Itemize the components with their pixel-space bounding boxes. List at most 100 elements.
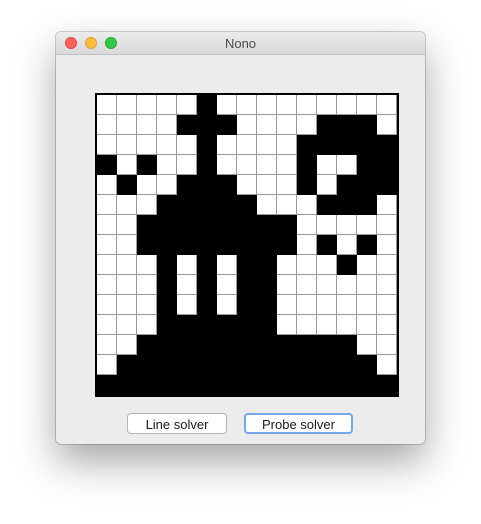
filled-cell[interactable] <box>277 335 297 355</box>
empty-cell[interactable] <box>277 315 297 335</box>
empty-cell[interactable] <box>257 195 277 215</box>
empty-cell[interactable] <box>377 355 397 375</box>
empty-cell[interactable] <box>337 295 357 315</box>
empty-cell[interactable] <box>97 275 117 295</box>
filled-cell[interactable] <box>197 255 217 275</box>
filled-cell[interactable] <box>317 235 337 255</box>
empty-cell[interactable] <box>97 355 117 375</box>
empty-cell[interactable] <box>217 135 237 155</box>
empty-cell[interactable] <box>137 295 157 315</box>
filled-cell[interactable] <box>137 155 157 175</box>
filled-cell[interactable] <box>297 335 317 355</box>
empty-cell[interactable] <box>97 135 117 155</box>
empty-cell[interactable] <box>337 95 357 115</box>
filled-cell[interactable] <box>257 255 277 275</box>
filled-cell[interactable] <box>197 135 217 155</box>
filled-cell[interactable] <box>297 375 317 395</box>
filled-cell[interactable] <box>217 355 237 375</box>
filled-cell[interactable] <box>337 255 357 275</box>
empty-cell[interactable] <box>357 295 377 315</box>
empty-cell[interactable] <box>377 215 397 235</box>
filled-cell[interactable] <box>217 175 237 195</box>
empty-cell[interactable] <box>237 115 257 135</box>
empty-cell[interactable] <box>237 95 257 115</box>
empty-cell[interactable] <box>117 275 137 295</box>
empty-cell[interactable] <box>357 95 377 115</box>
empty-cell[interactable] <box>97 215 117 235</box>
filled-cell[interactable] <box>257 275 277 295</box>
filled-cell[interactable] <box>177 215 197 235</box>
filled-cell[interactable] <box>317 375 337 395</box>
empty-cell[interactable] <box>217 155 237 175</box>
empty-cell[interactable] <box>377 335 397 355</box>
empty-cell[interactable] <box>377 115 397 135</box>
empty-cell[interactable] <box>277 155 297 175</box>
empty-cell[interactable] <box>137 195 157 215</box>
filled-cell[interactable] <box>297 155 317 175</box>
empty-cell[interactable] <box>277 195 297 215</box>
empty-cell[interactable] <box>357 335 377 355</box>
empty-cell[interactable] <box>377 295 397 315</box>
empty-cell[interactable] <box>277 95 297 115</box>
filled-cell[interactable] <box>177 235 197 255</box>
filled-cell[interactable] <box>277 235 297 255</box>
filled-cell[interactable] <box>237 235 257 255</box>
filled-cell[interactable] <box>217 195 237 215</box>
empty-cell[interactable] <box>337 235 357 255</box>
empty-cell[interactable] <box>177 275 197 295</box>
empty-cell[interactable] <box>337 275 357 295</box>
empty-cell[interactable] <box>377 255 397 275</box>
filled-cell[interactable] <box>357 355 377 375</box>
empty-cell[interactable] <box>137 135 157 155</box>
filled-cell[interactable] <box>197 175 217 195</box>
filled-cell[interactable] <box>357 195 377 215</box>
filled-cell[interactable] <box>157 355 177 375</box>
empty-cell[interactable] <box>177 255 197 275</box>
empty-cell[interactable] <box>117 95 137 115</box>
empty-cell[interactable] <box>297 115 317 135</box>
filled-cell[interactable] <box>257 355 277 375</box>
empty-cell[interactable] <box>237 135 257 155</box>
empty-cell[interactable] <box>277 295 297 315</box>
empty-cell[interactable] <box>377 315 397 335</box>
filled-cell[interactable] <box>257 375 277 395</box>
filled-cell[interactable] <box>257 235 277 255</box>
empty-cell[interactable] <box>257 95 277 115</box>
empty-cell[interactable] <box>217 295 237 315</box>
filled-cell[interactable] <box>237 335 257 355</box>
empty-cell[interactable] <box>337 215 357 235</box>
probe-solver-button[interactable]: Probe solver <box>244 413 353 434</box>
empty-cell[interactable] <box>117 135 137 155</box>
filled-cell[interactable] <box>197 115 217 135</box>
empty-cell[interactable] <box>357 215 377 235</box>
empty-cell[interactable] <box>117 195 137 215</box>
filled-cell[interactable] <box>137 355 157 375</box>
empty-cell[interactable] <box>97 175 117 195</box>
filled-cell[interactable] <box>197 275 217 295</box>
filled-cell[interactable] <box>217 335 237 355</box>
title-bar[interactable]: Nono <box>56 32 425 55</box>
filled-cell[interactable] <box>337 375 357 395</box>
empty-cell[interactable] <box>97 115 117 135</box>
empty-cell[interactable] <box>297 315 317 335</box>
empty-cell[interactable] <box>317 255 337 275</box>
empty-cell[interactable] <box>117 255 137 275</box>
empty-cell[interactable] <box>297 215 317 235</box>
filled-cell[interactable] <box>357 135 377 155</box>
filled-cell[interactable] <box>197 195 217 215</box>
empty-cell[interactable] <box>297 195 317 215</box>
filled-cell[interactable] <box>377 375 397 395</box>
empty-cell[interactable] <box>297 235 317 255</box>
filled-cell[interactable] <box>297 135 317 155</box>
empty-cell[interactable] <box>357 315 377 335</box>
filled-cell[interactable] <box>177 195 197 215</box>
empty-cell[interactable] <box>137 115 157 135</box>
empty-cell[interactable] <box>157 155 177 175</box>
filled-cell[interactable] <box>197 95 217 115</box>
filled-cell[interactable] <box>317 355 337 375</box>
filled-cell[interactable] <box>157 195 177 215</box>
empty-cell[interactable] <box>257 155 277 175</box>
filled-cell[interactable] <box>357 235 377 255</box>
filled-cell[interactable] <box>297 175 317 195</box>
filled-cell[interactable] <box>237 275 257 295</box>
